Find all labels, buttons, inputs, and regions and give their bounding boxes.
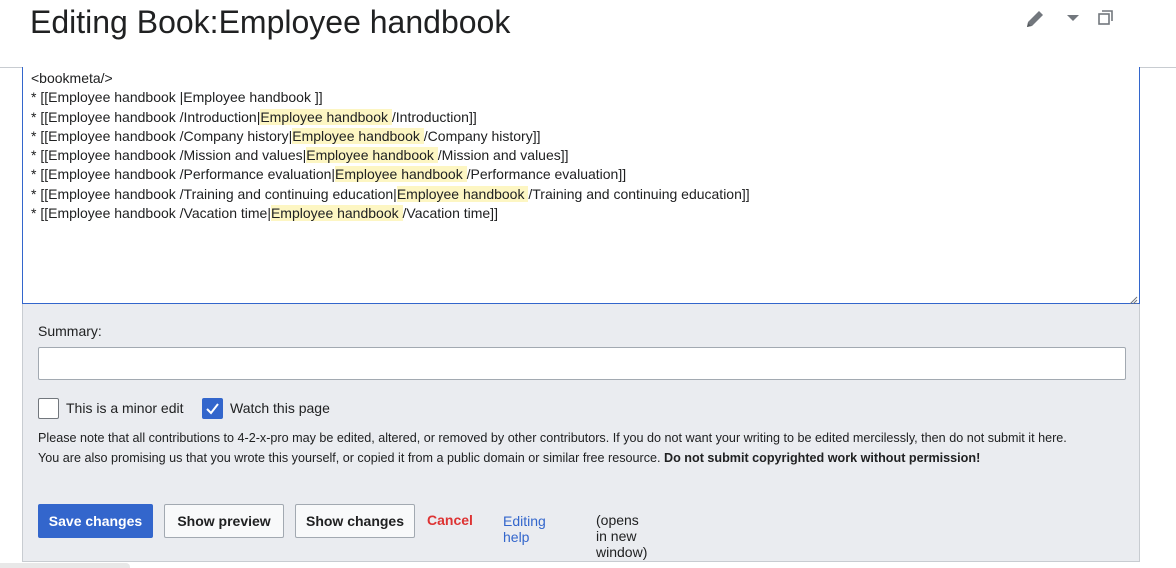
editor-line: * [[Employee handbook /Company history|E… bbox=[31, 127, 1139, 146]
show-preview-button[interactable]: Show preview bbox=[164, 504, 284, 538]
editor-text: * [[Employee handbook /Mission and value… bbox=[31, 147, 307, 164]
notice-warning: Do not submit copyrighted work without p… bbox=[664, 451, 981, 465]
copyright-notice: Please note that all contributions to 4-… bbox=[38, 428, 1118, 468]
summary-label: Summary: bbox=[38, 323, 102, 339]
editor-line: * [[Employee handbook /Performance evalu… bbox=[31, 165, 1139, 184]
editing-help-link[interactable]: Editing help bbox=[503, 513, 546, 545]
notice-line-2: You are also promising us that you wrote… bbox=[38, 451, 981, 465]
page-title: Editing Book:Employee handbook bbox=[30, 4, 511, 40]
editor-line: * [[Employee handbook /Mission and value… bbox=[31, 146, 1139, 165]
save-changes-button[interactable]: Save changes bbox=[38, 504, 153, 538]
editor-line: <bookmeta/> bbox=[31, 69, 1139, 88]
editor-line: * [[Employee handbook /Introduction|Empl… bbox=[31, 108, 1139, 127]
highlighted-text: Employee handbook bbox=[260, 108, 392, 125]
editor-text: * [[Employee handbook |Employee handbook… bbox=[31, 89, 323, 106]
show-changes-button[interactable]: Show changes bbox=[295, 504, 415, 538]
editor-text: * [[Employee handbook /Introduction| bbox=[31, 108, 261, 125]
editor-text: * [[Employee handbook /Company history| bbox=[31, 127, 293, 144]
editor-text: * [[Employee handbook /Training and cont… bbox=[31, 185, 397, 202]
edit-options-panel: Summary: This is a minor edit Watch this… bbox=[22, 304, 1140, 562]
editor-line: * [[Employee handbook /Training and cont… bbox=[31, 185, 1139, 204]
editor-text: /Training and continuing education]] bbox=[528, 185, 750, 202]
editor-text: /Vacation time]] bbox=[402, 205, 498, 222]
pencil-icon[interactable] bbox=[1024, 8, 1046, 30]
editor-text: /Mission and values]] bbox=[437, 147, 569, 164]
watch-page-checkbox[interactable] bbox=[202, 397, 223, 419]
watch-page-label[interactable]: Watch this page bbox=[230, 400, 330, 416]
highlighted-text: Employee handbook bbox=[270, 205, 403, 222]
editor-text: /Company history]] bbox=[423, 127, 541, 144]
editor-line: * [[Employee handbook /Vacation time|Emp… bbox=[31, 204, 1139, 223]
editor-text: * [[Employee handbook /Performance evalu… bbox=[31, 166, 336, 183]
minor-edit-option[interactable]: This is a minor edit bbox=[38, 397, 183, 419]
watch-page-option[interactable]: Watch this page bbox=[202, 397, 330, 419]
highlighted-text: Employee handbook bbox=[396, 185, 529, 202]
resize-handle-icon[interactable] bbox=[1128, 292, 1138, 305]
editor-text: /Introduction]] bbox=[391, 108, 477, 125]
restore-window-icon[interactable] bbox=[1094, 8, 1116, 30]
editor-text: /Performance evaluation]] bbox=[466, 166, 627, 183]
editor-line: * [[Employee handbook |Employee handbook… bbox=[31, 88, 1139, 107]
wikitext-editor[interactable]: <bookmeta/> * [[Employee handbook |Employ… bbox=[22, 67, 1140, 305]
minor-edit-label[interactable]: This is a minor edit bbox=[66, 400, 183, 416]
highlighted-text: Employee handbook bbox=[292, 127, 424, 144]
notice-line-1: Please note that all contributions to 4-… bbox=[38, 431, 1067, 445]
highlighted-text: Employee handbook bbox=[335, 166, 467, 183]
editor-text: <bookmeta/> bbox=[31, 70, 113, 86]
help-new-window-note: (opens in new window) bbox=[596, 512, 648, 560]
highlighted-text: Employee handbook bbox=[306, 147, 438, 164]
chevron-down-icon[interactable] bbox=[1062, 8, 1084, 30]
summary-input[interactable] bbox=[38, 347, 1126, 380]
minor-edit-checkbox[interactable] bbox=[38, 397, 59, 419]
cancel-link[interactable]: Cancel bbox=[427, 512, 473, 528]
editor-text: * [[Employee handbook /Vacation time| bbox=[31, 205, 271, 222]
checkmark-icon bbox=[206, 402, 219, 415]
bottom-edge bbox=[0, 563, 130, 568]
